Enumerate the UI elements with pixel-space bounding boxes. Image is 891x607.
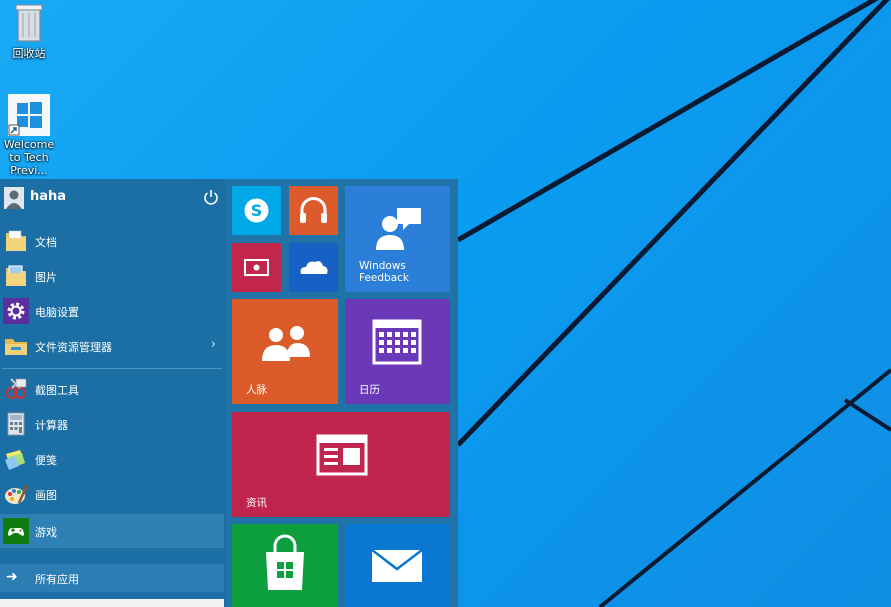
news-icon (316, 434, 368, 476)
calculator-icon (7, 412, 25, 436)
menu-item-label: 图片 (35, 271, 57, 284)
tile-label: 日历 (359, 384, 380, 396)
sticky-notes-icon (5, 450, 25, 470)
menu-item-pc-settings[interactable]: 电脑设置 (0, 294, 224, 328)
tile-label: Windows Feedback (359, 260, 410, 284)
all-apps-button[interactable]: ➜ 所有应用 (0, 564, 224, 592)
tile-video[interactable] (232, 243, 281, 292)
folder-pictures-icon (6, 265, 26, 286)
menu-item-pictures[interactable]: 图片 (0, 259, 224, 293)
search-input[interactable] (0, 599, 224, 607)
skype-icon: S (244, 198, 269, 223)
menu-item-label: 计算器 (35, 419, 68, 432)
user-avatar-icon (4, 187, 24, 209)
tile-onedrive[interactable] (289, 243, 338, 292)
recycle-bin-icon (15, 4, 43, 42)
power-icon[interactable] (202, 188, 220, 206)
menu-item-paint[interactable]: 画图 (0, 477, 224, 511)
arrow-right-icon: ➜ (6, 569, 18, 585)
tile-mail[interactable] (345, 524, 450, 607)
paint-icon (5, 484, 29, 504)
menu-item-sticky-notes[interactable]: 便笺 (0, 442, 224, 476)
file-explorer-icon (5, 339, 27, 355)
games-controller-icon (3, 518, 29, 544)
menu-item-snipping-tool[interactable]: 截图工具 (0, 372, 224, 406)
menu-item-documents[interactable]: 文档 (0, 224, 224, 258)
tile-store[interactable] (232, 524, 338, 607)
feedback-person-icon (376, 208, 421, 250)
menu-item-games[interactable]: 游戏 (0, 514, 224, 548)
menu-item-calculator[interactable]: 计算器 (0, 407, 224, 441)
folder-documents-icon (6, 230, 26, 251)
tile-people[interactable]: 人脉 (232, 299, 338, 404)
user-name: haha (30, 189, 67, 204)
cloud-icon (300, 261, 328, 274)
video-icon (244, 259, 269, 276)
tile-label: 人脉 (246, 384, 267, 396)
snipping-tool-icon (6, 378, 27, 399)
store-bag-icon (266, 534, 304, 590)
recycle-bin-desktop-icon[interactable]: 回收站 (0, 2, 64, 60)
tile-skype[interactable]: S (232, 186, 281, 235)
menu-item-label: 电脑设置 (35, 306, 79, 319)
welcome-desktop-icon[interactable]: Welcome to Tech Previ... (0, 94, 64, 177)
menu-item-label: 便笺 (35, 454, 57, 467)
tile-music[interactable] (289, 186, 338, 235)
menu-item-label: 截图工具 (35, 384, 79, 397)
tile-label: 资讯 (246, 497, 267, 509)
tile-calendar[interactable]: 日历 (345, 299, 450, 404)
menu-item-label: 文档 (35, 236, 57, 249)
recycle-bin-label: 回收站 (12, 47, 46, 60)
menu-item-label: 文件资源管理器 (35, 341, 112, 354)
menu-item-label: 画图 (35, 489, 57, 502)
user-account-row[interactable]: haha (0, 179, 226, 217)
headphones-icon (300, 197, 327, 223)
chevron-right-icon[interactable]: › (211, 337, 216, 352)
svg-text:S: S (251, 201, 263, 220)
tile-news[interactable]: 资讯 (232, 412, 450, 517)
welcome-label: Welcome to Tech Previ... (3, 138, 55, 177)
windows-logo-icon (8, 94, 50, 136)
calendar-icon (372, 319, 422, 365)
people-icon (262, 326, 310, 361)
tile-windows-feedback[interactable]: Windows Feedback (345, 186, 450, 292)
menu-separator (2, 368, 222, 369)
menu-item-label: 游戏 (35, 526, 57, 539)
start-menu-left-pane: haha 文档 图片 电脑设置 文件资源管理器 › 截图工具 计算器 便笺 画图… (0, 179, 226, 607)
mail-envelope-icon (371, 549, 423, 582)
all-apps-label: 所有应用 (35, 573, 79, 586)
menu-item-file-explorer[interactable]: 文件资源管理器 › (0, 329, 224, 363)
gear-icon (3, 298, 29, 324)
